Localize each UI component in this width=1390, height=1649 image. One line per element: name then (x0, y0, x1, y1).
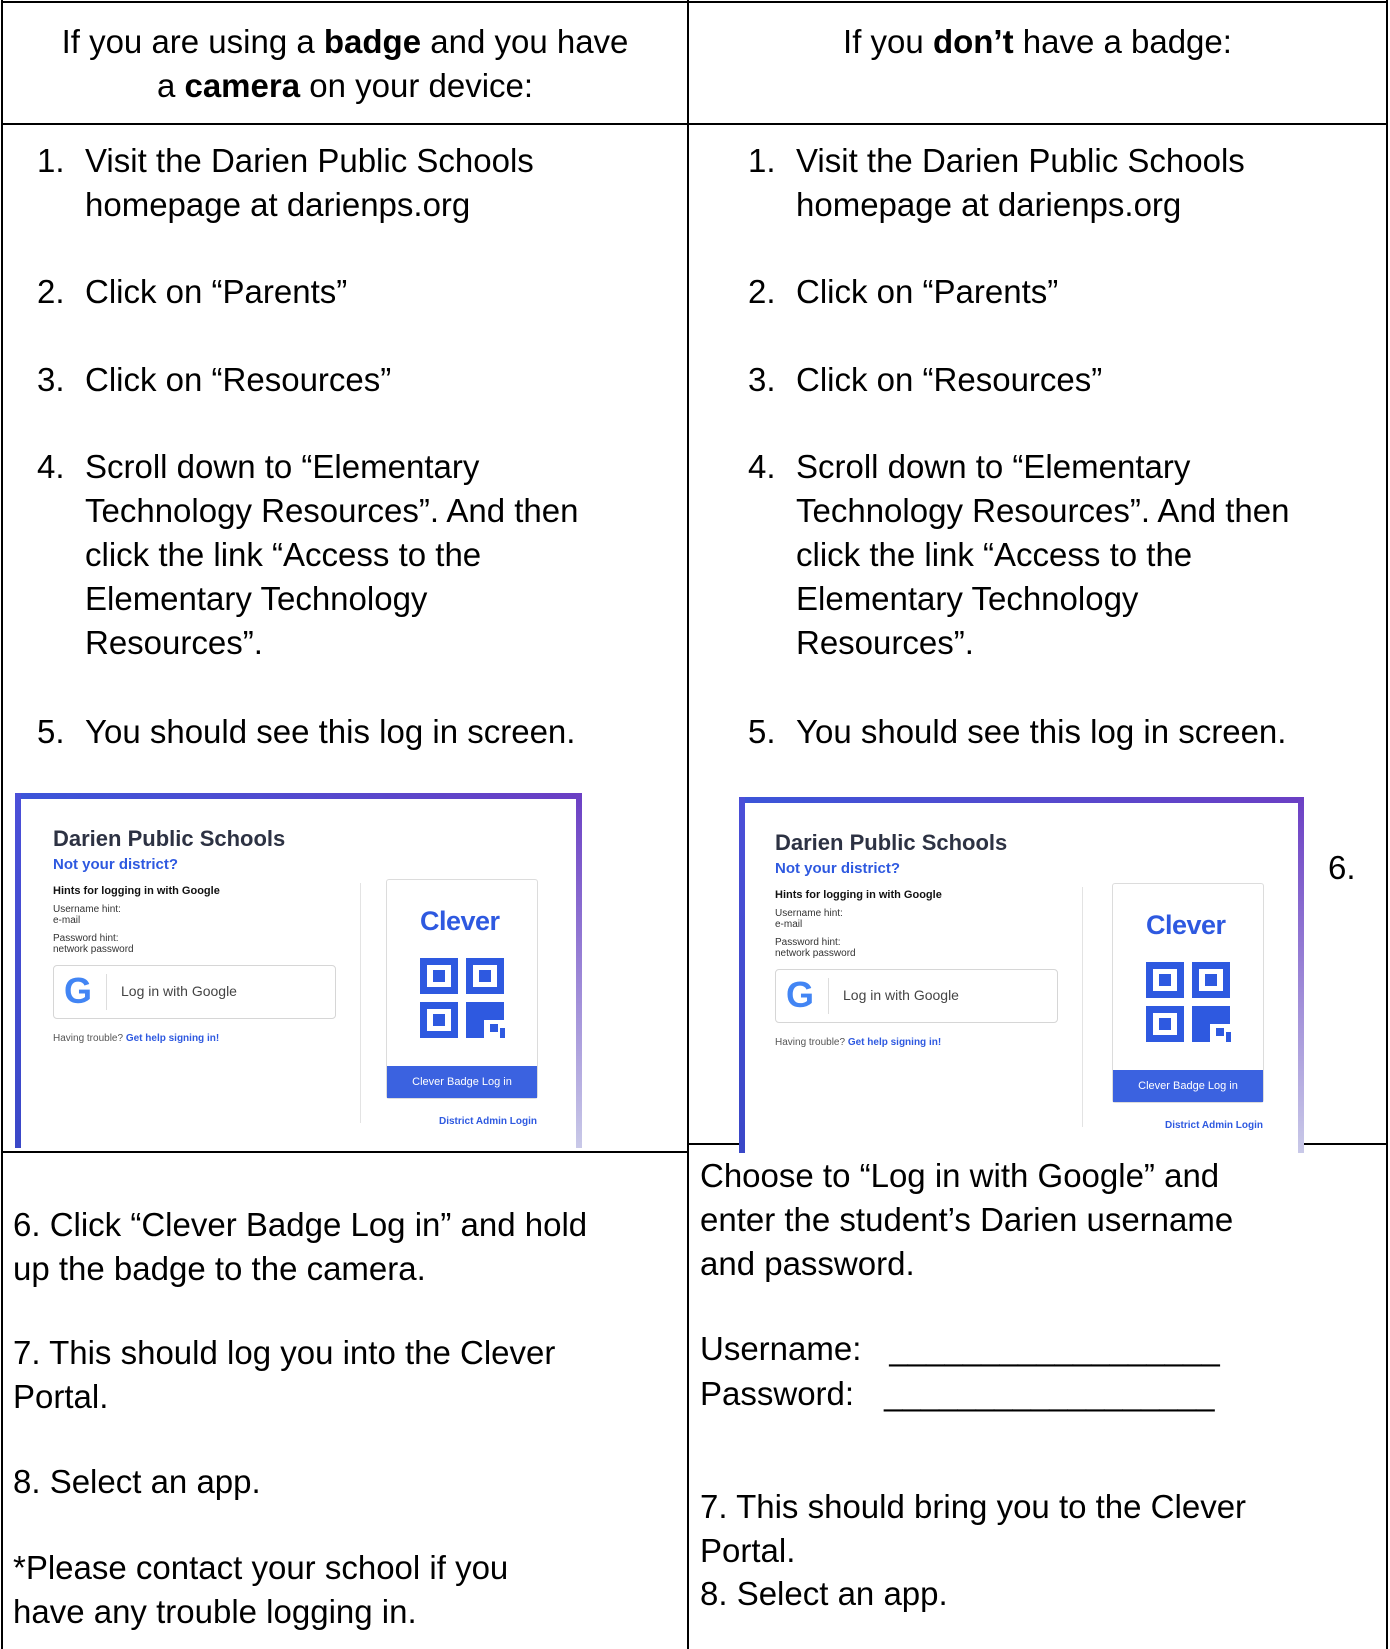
left-step-7: 7. This should log you into the Clever Po… (13, 1334, 556, 1415)
instruction-table: If you are using a badge and you have a … (0, 0, 1390, 1649)
clever-badge-card: Clever Clever Badge Log in (386, 879, 538, 1099)
password-blank: __________________ (884, 1375, 1215, 1412)
district-admin-login-link[interactable]: District Admin Login (439, 1116, 537, 1127)
login-screenshot-right: Darien Public Schools Not your district?… (739, 797, 1304, 1153)
clever-badge-login-button[interactable]: Clever Badge Log in (1113, 1070, 1263, 1102)
not-your-district-link[interactable]: Not your district? (53, 856, 178, 873)
right-step-8: 8. Select an app. (700, 1575, 948, 1612)
left-contact-note: *Please contact your school if you have a… (13, 1549, 509, 1630)
username-hint: Username hint: e-mail (53, 904, 121, 926)
district-name: Darien Public Schools (53, 826, 286, 851)
header-left: If you are using a badge and you have a … (61, 23, 629, 104)
log-in-with-google-button[interactable]: G Log in with Google (775, 969, 1058, 1023)
not-your-district-link[interactable]: Not your district? (775, 860, 900, 877)
username-hint: Username hint: e-mail (775, 908, 843, 930)
hints-title: Hints for logging in with Google (53, 885, 220, 897)
district-admin-login-link[interactable]: District Admin Login (1165, 1120, 1263, 1131)
google-g-icon: G (64, 970, 93, 1011)
table-border-top (1, 1, 1388, 3)
district-name: Darien Public Schools (775, 830, 1008, 855)
trouble-text: Having trouble? Get help signing in! (53, 1033, 220, 1044)
get-help-link[interactable]: Get help signing in! (848, 1037, 941, 1048)
table-border-left (1, 0, 3, 1649)
right-choose-google: Choose to “Log in with Google” and enter … (700, 1157, 1234, 1282)
header-divider (1, 123, 1388, 125)
clever-logo: Clever (420, 906, 500, 936)
password-hint: Password hint: network password (53, 933, 134, 955)
left-step-6: 6. Click “Clever Badge Log in” and hold u… (13, 1206, 588, 1287)
qr-code-icon (420, 958, 505, 1038)
hints-title: Hints for logging in with Google (775, 889, 942, 901)
get-help-link[interactable]: Get help signing in! (126, 1033, 219, 1044)
image-row-divider-left (1, 1151, 688, 1153)
clever-logo: Clever (1146, 910, 1226, 940)
table-border-middle (687, 0, 689, 1649)
username-line: Username: __________________ (700, 1330, 1220, 1367)
right-step-6-number: 6. (1328, 849, 1356, 886)
left-step-8: 8. Select an app. (13, 1463, 261, 1500)
google-g-icon: G (786, 974, 815, 1015)
log-in-with-google-button[interactable]: G Log in with Google (53, 965, 336, 1019)
right-step-7: 7. This should bring you to the Clever Po… (700, 1488, 1247, 1569)
clever-badge-login-button[interactable]: Clever Badge Log in (387, 1066, 537, 1098)
header-right: If you don’t have a badge: (843, 23, 1232, 60)
table-border-right (1386, 0, 1388, 1649)
login-screenshot-left: Darien Public Schools Not your district?… (15, 793, 582, 1148)
clever-badge-card: Clever Clever Badge Log in (1112, 883, 1264, 1103)
password-line: Password: __________________ (700, 1375, 1215, 1412)
qr-code-icon (1146, 962, 1231, 1042)
trouble-text: Having trouble? Get help signing in! (775, 1037, 942, 1048)
username-blank: __________________ (889, 1330, 1220, 1367)
password-hint: Password hint: network password (775, 937, 856, 959)
